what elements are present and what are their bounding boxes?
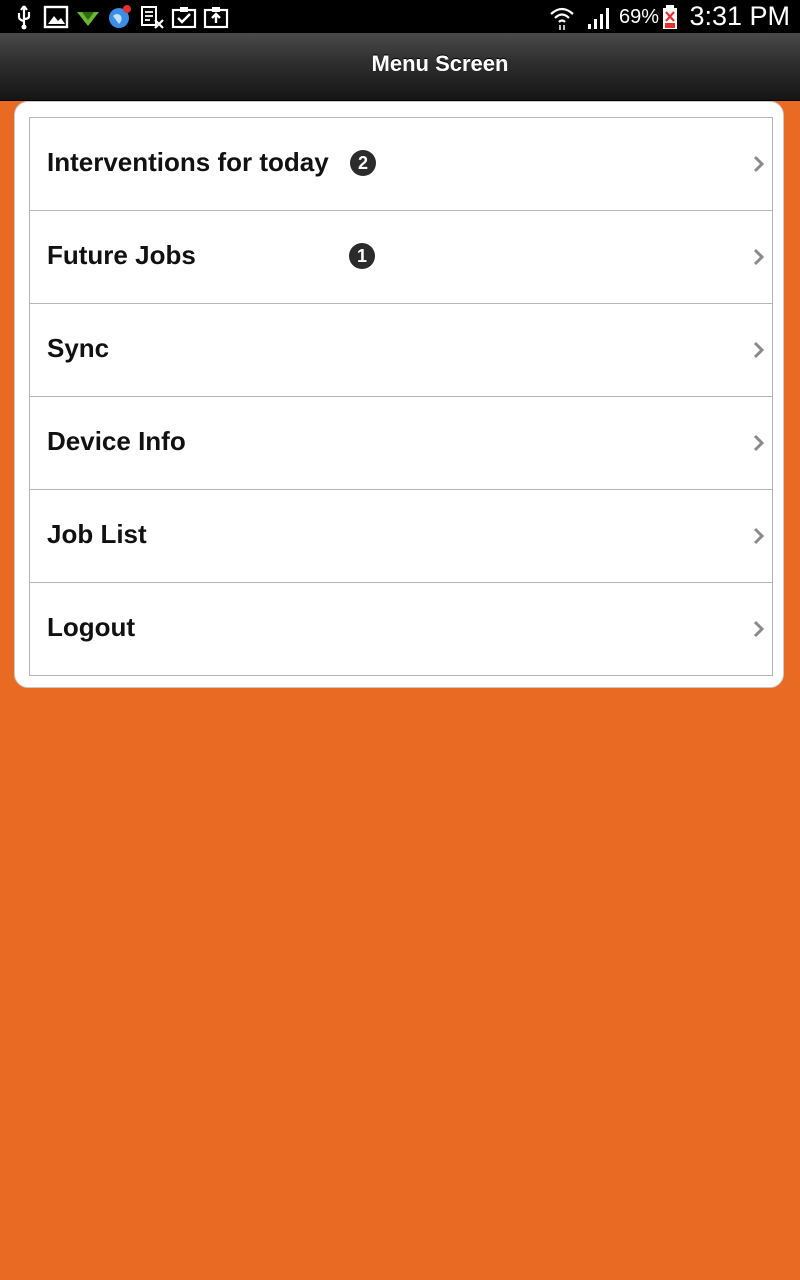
menu-list: Interventions for today 2 Future Jobs 1 … bbox=[29, 117, 773, 676]
chevron-right-icon bbox=[752, 620, 766, 638]
header-bar: Menu Screen bbox=[0, 33, 800, 101]
chevron-right-icon bbox=[752, 434, 766, 452]
chevron-right-icon bbox=[752, 527, 766, 545]
chevron-right-icon bbox=[752, 248, 766, 266]
menu-card: Interventions for today 2 Future Jobs 1 … bbox=[14, 101, 784, 688]
menu-item-label: Sync bbox=[47, 333, 110, 363]
status-clock: 3:31 PM bbox=[689, 1, 790, 31]
battery-percentage: 69% bbox=[619, 6, 660, 28]
menu-item-device-info[interactable]: Device Info bbox=[30, 397, 772, 490]
menu-item-future-jobs[interactable]: Future Jobs 1 bbox=[30, 211, 772, 304]
status-bar: 69% 3:31 PM bbox=[0, 0, 800, 33]
menu-item-label: Logout bbox=[47, 612, 136, 642]
menu-item-label: Future Jobs bbox=[47, 240, 196, 270]
menu-item-interventions-for-today[interactable]: Interventions for today 2 bbox=[30, 118, 772, 211]
count-badge: 2 bbox=[350, 150, 376, 176]
page-title: Menu Screen bbox=[371, 51, 509, 76]
globe-notification-icon bbox=[107, 4, 133, 30]
menu-item-sync[interactable]: Sync bbox=[30, 304, 772, 397]
download-icon bbox=[75, 4, 101, 30]
chevron-right-icon bbox=[752, 341, 766, 359]
menu-item-logout[interactable]: Logout bbox=[30, 583, 772, 675]
image-icon bbox=[43, 4, 69, 30]
wifi-icon bbox=[549, 4, 575, 30]
menu-item-label: Interventions for today bbox=[47, 147, 329, 177]
chevron-right-icon bbox=[752, 155, 766, 173]
count-badge: 1 bbox=[349, 243, 375, 269]
menu-item-label: Device Info bbox=[47, 426, 186, 456]
battery-icon bbox=[660, 4, 680, 30]
sim-error-icon bbox=[139, 4, 165, 30]
signal-icon bbox=[586, 4, 612, 30]
usb-icon bbox=[11, 4, 37, 30]
clipboard-upload-icon bbox=[203, 4, 229, 30]
menu-item-label: Job List bbox=[47, 519, 147, 549]
clipboard-check-icon bbox=[171, 4, 197, 30]
menu-item-job-list[interactable]: Job List bbox=[30, 490, 772, 583]
